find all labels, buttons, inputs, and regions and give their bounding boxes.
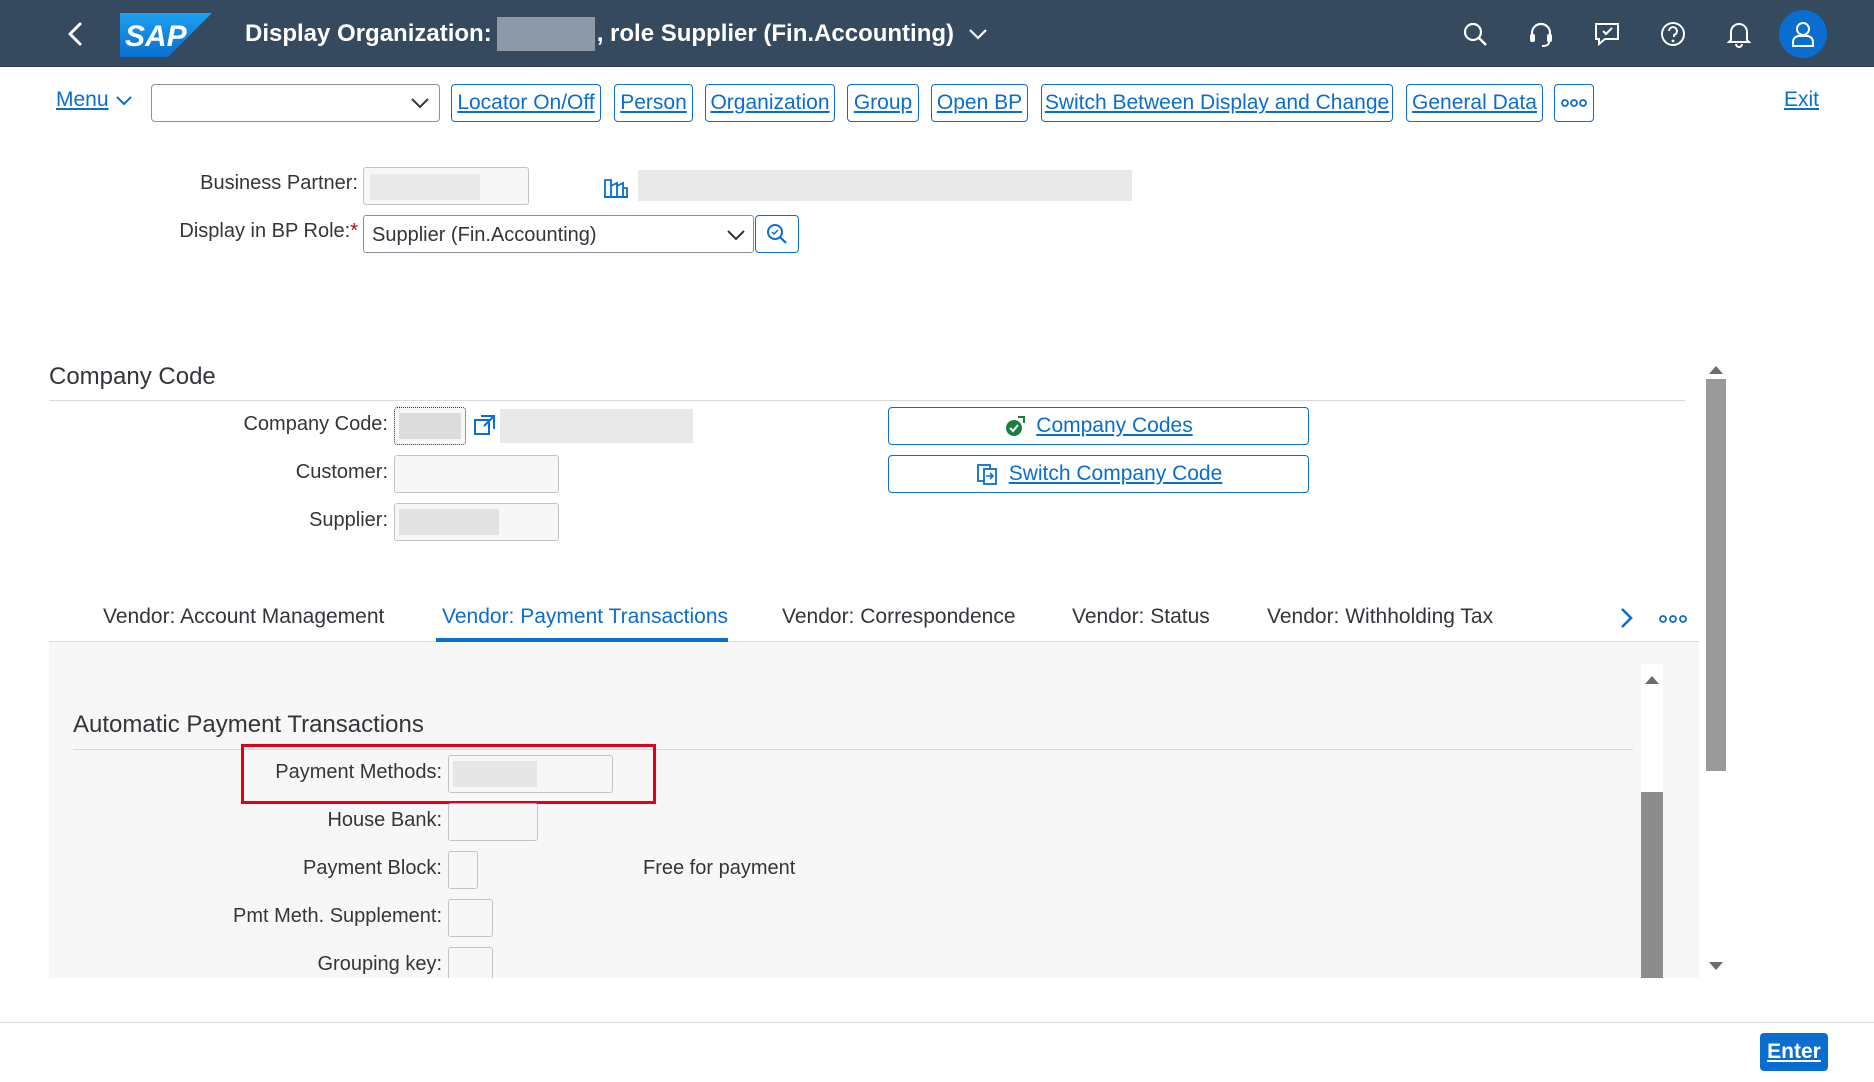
- switch-icon: [976, 464, 997, 485]
- tab-account-management[interactable]: Vendor: Account Management: [103, 605, 384, 629]
- app-title[interactable]: Display Organization: , role Supplier (F…: [245, 17, 988, 51]
- menu-label: Menu: [56, 88, 109, 111]
- redacted-bp-number: [370, 174, 480, 200]
- sap-logo: SAP: [120, 13, 212, 57]
- more-icon: [1561, 99, 1587, 107]
- redacted-company-name: [500, 409, 693, 443]
- enter-label: Enter: [1767, 1040, 1821, 1063]
- switch-company-code-label: Switch Company Code: [1008, 462, 1223, 485]
- business-partner-field[interactable]: [363, 167, 529, 205]
- grouping-key-label: Grouping key:: [317, 953, 442, 975]
- payment-section-title: Automatic Payment Transactions: [73, 711, 424, 738]
- tab-withholding-tax[interactable]: Vendor: Withholding Tax: [1267, 605, 1493, 629]
- chevron-down-icon[interactable]: [968, 20, 988, 48]
- more-button[interactable]: [1554, 84, 1594, 122]
- organization-button[interactable]: Organization: [705, 84, 835, 122]
- search-icon: [767, 224, 787, 244]
- redacted-bp-name: [638, 170, 1132, 201]
- value-help-icon[interactable]: [472, 412, 498, 443]
- locator-toggle-label: Locator On/Off: [457, 91, 595, 114]
- chevron-down-icon: [115, 96, 132, 106]
- tab-status[interactable]: Vendor: Status: [1072, 605, 1210, 629]
- exit-button[interactable]: Exit: [1784, 88, 1819, 112]
- inner-scrollbar-thumb[interactable]: [1641, 792, 1663, 978]
- customer-field[interactable]: [394, 455, 559, 493]
- organization-icon: [603, 176, 629, 203]
- customer-label: Customer:: [295, 461, 388, 483]
- tab-correspondence[interactable]: Vendor: Correspondence: [782, 605, 1016, 629]
- locator-toggle-button[interactable]: Locator On/Off: [451, 84, 601, 122]
- business-partner-label: Business Partner:: [200, 172, 358, 194]
- role-search-button[interactable]: [755, 215, 799, 253]
- open-bp-label: Open BP: [936, 91, 1023, 114]
- bp-role-label-text: Display in BP Role:: [179, 220, 351, 242]
- switch-display-change-label: Switch Between Display and Change: [1044, 91, 1390, 114]
- organization-label: Organization: [710, 91, 830, 114]
- back-icon[interactable]: [60, 18, 92, 50]
- dropdown-arrow-icon[interactable]: [409, 94, 431, 112]
- group-label: Group: [853, 91, 913, 114]
- title-prefix: Display Organization:: [245, 20, 492, 47]
- company-code-section-title: Company Code: [49, 363, 216, 390]
- shell-bar: SAP Display Organization: , role Supplie…: [0, 0, 1874, 67]
- scroll-down-arrow-icon[interactable]: [1708, 958, 1724, 976]
- person-button[interactable]: Person: [614, 84, 693, 122]
- scroll-up-arrow-icon[interactable]: [1708, 362, 1724, 380]
- user-avatar[interactable]: [1779, 10, 1827, 58]
- company-codes-icon: [1006, 416, 1026, 436]
- general-data-label: General Data: [1412, 91, 1537, 114]
- menu-button[interactable]: Menu: [56, 88, 133, 112]
- help-icon[interactable]: [1656, 17, 1690, 51]
- payment-block-field[interactable]: [448, 851, 478, 889]
- company-code-field[interactable]: [394, 407, 466, 445]
- company-codes-label: Company Codes: [1036, 414, 1193, 437]
- search-icon[interactable]: [1458, 17, 1492, 51]
- pmt-meth-supplement-field[interactable]: [448, 899, 493, 937]
- open-bp-button[interactable]: Open BP: [931, 84, 1028, 122]
- required-asterisk: *: [350, 220, 358, 242]
- general-data-button[interactable]: General Data: [1406, 84, 1543, 122]
- user-icon: [1792, 22, 1814, 47]
- bp-role-value: Supplier (Fin.Accounting): [372, 224, 597, 246]
- house-bank-label: House Bank:: [327, 809, 442, 831]
- payment-block-label: Payment Block:: [303, 857, 442, 879]
- command-combobox[interactable]: [151, 84, 440, 122]
- exit-label: Exit: [1784, 88, 1820, 111]
- redacted-company-code: [399, 413, 461, 439]
- section-divider: [49, 400, 1685, 401]
- group-button[interactable]: Group: [847, 84, 919, 122]
- page-scrollbar-thumb[interactable]: [1706, 379, 1726, 771]
- tab-scroll-right-icon[interactable]: [1617, 606, 1635, 635]
- bp-role-select[interactable]: Supplier (Fin.Accounting): [363, 215, 754, 253]
- switch-display-change-button[interactable]: Switch Between Display and Change: [1041, 84, 1393, 122]
- house-bank-field[interactable]: [448, 803, 538, 841]
- svg-text:SAP: SAP: [125, 20, 188, 53]
- person-label: Person: [620, 91, 687, 114]
- pmt-meth-supplement-label: Pmt Meth. Supplement:: [233, 905, 442, 927]
- scroll-up-arrow-icon[interactable]: [1644, 672, 1660, 690]
- switch-company-code-button[interactable]: Switch Company Code: [888, 455, 1309, 493]
- supplier-label: Supplier:: [309, 509, 388, 531]
- redacted-org-name: [496, 17, 595, 51]
- company-codes-button[interactable]: Company Codes: [888, 407, 1309, 445]
- payment-block-description: Free for payment: [643, 857, 796, 879]
- supplier-field[interactable]: [394, 503, 559, 541]
- footer-divider: [0, 1022, 1874, 1023]
- headset-icon[interactable]: [1524, 17, 1558, 51]
- grouping-key-field[interactable]: [448, 947, 493, 978]
- bp-role-label: Display in BP Role:*: [120, 220, 358, 243]
- notification-bell-icon[interactable]: [1722, 17, 1756, 51]
- redacted-supplier-number: [399, 509, 499, 535]
- feedback-icon[interactable]: [1590, 17, 1624, 51]
- tab-overflow-icon[interactable]: [1659, 612, 1687, 630]
- enter-button[interactable]: Enter: [1760, 1033, 1828, 1071]
- dropdown-arrow-icon[interactable]: [725, 227, 747, 243]
- payment-methods-highlight: [241, 744, 656, 804]
- company-code-label: Company Code:: [243, 413, 388, 435]
- tab-payment-transactions[interactable]: Vendor: Payment Transactions: [442, 605, 728, 629]
- title-suffix: , role Supplier (Fin.Accounting): [596, 20, 955, 47]
